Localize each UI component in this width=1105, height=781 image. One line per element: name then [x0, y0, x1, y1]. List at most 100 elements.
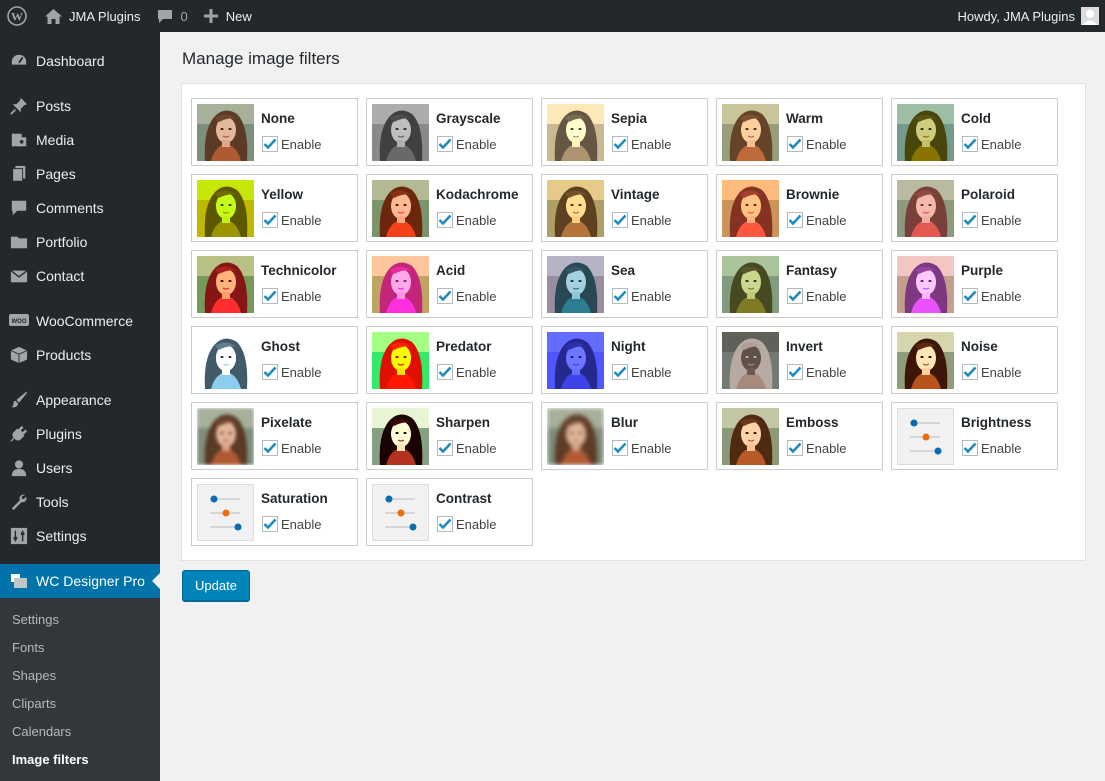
- enable-checkbox[interactable]: [262, 364, 278, 380]
- enable-checkbox[interactable]: [262, 212, 278, 228]
- checkmark-icon: [263, 138, 277, 150]
- sidebar-item-portfolio[interactable]: Portfolio: [0, 225, 160, 259]
- enable-label[interactable]: Enable: [981, 137, 1021, 152]
- sidebar-item-appearance[interactable]: Appearance: [0, 383, 160, 417]
- sidebar-item-woocommerce[interactable]: WOO WooCommerce: [0, 304, 160, 338]
- submenu-item-cliparts[interactable]: Cliparts: [12, 696, 56, 711]
- submenu-item-settings[interactable]: Settings: [12, 612, 59, 627]
- enable-label[interactable]: Enable: [981, 289, 1021, 304]
- sidebar-item-users[interactable]: Users: [0, 451, 160, 485]
- pages-icon: [0, 165, 36, 183]
- filter-preview-image: [897, 256, 954, 313]
- enable-checkbox[interactable]: [962, 364, 978, 380]
- enable-label[interactable]: Enable: [456, 289, 496, 304]
- enable-checkbox[interactable]: [612, 288, 628, 304]
- svg-text:W: W: [11, 10, 23, 24]
- checkmark-icon: [788, 214, 802, 226]
- enable-checkbox[interactable]: [612, 440, 628, 456]
- enable-checkbox[interactable]: [612, 212, 628, 228]
- enable-checkbox[interactable]: [787, 288, 803, 304]
- filter-card-emboss: Emboss Enable: [716, 402, 883, 470]
- enable-label[interactable]: Enable: [631, 137, 671, 152]
- enable-checkbox[interactable]: [262, 440, 278, 456]
- checkmark-icon: [438, 138, 452, 150]
- sidebar-item-tools[interactable]: Tools: [0, 485, 160, 519]
- enable-label[interactable]: Enable: [456, 137, 496, 152]
- comments-link[interactable]: 0: [149, 0, 196, 32]
- update-button[interactable]: Update: [182, 570, 250, 601]
- filter-card-brightness: Brightness Enable: [891, 402, 1058, 470]
- sidebar-item-products[interactable]: Products: [0, 338, 160, 372]
- sidebar-item-wc-designer-pro[interactable]: WC Designer Pro: [0, 564, 160, 598]
- new-content-link[interactable]: New: [196, 0, 260, 32]
- enable-label[interactable]: Enable: [456, 517, 496, 532]
- filter-card-sepia: Sepia Enable: [541, 98, 708, 166]
- enable-label[interactable]: Enable: [806, 441, 846, 456]
- enable-checkbox[interactable]: [262, 288, 278, 304]
- enable-checkbox[interactable]: [787, 440, 803, 456]
- enable-checkbox[interactable]: [437, 288, 453, 304]
- filter-name: Blur: [611, 415, 638, 430]
- enable-label[interactable]: Enable: [456, 213, 496, 228]
- enable-label[interactable]: Enable: [456, 365, 496, 380]
- filter-card-acid: Acid Enable: [366, 250, 533, 318]
- sidebar-item-label: Posts: [36, 98, 72, 114]
- enable-label[interactable]: Enable: [806, 137, 846, 152]
- sidebar-item-label: Contact: [36, 268, 85, 284]
- enable-checkbox[interactable]: [787, 212, 803, 228]
- enable-label[interactable]: Enable: [631, 213, 671, 228]
- sidebar-item-contact[interactable]: Contact: [0, 259, 160, 293]
- enable-label[interactable]: Enable: [631, 441, 671, 456]
- my-account-link[interactable]: Howdy, JMA Plugins: [949, 0, 1105, 32]
- sidebar-item-pages[interactable]: Pages: [0, 157, 160, 191]
- enable-checkbox[interactable]: [612, 364, 628, 380]
- enable-checkbox[interactable]: [787, 364, 803, 380]
- sidebar-item-dashboard[interactable]: Dashboard: [0, 44, 160, 78]
- submenu-item-image-filters[interactable]: Image filters: [12, 752, 89, 767]
- enable-checkbox[interactable]: [612, 136, 628, 152]
- filter-card-brownie: Brownie Enable: [716, 174, 883, 242]
- enable-checkbox[interactable]: [787, 136, 803, 152]
- enable-label[interactable]: Enable: [806, 213, 846, 228]
- enable-label[interactable]: Enable: [281, 289, 321, 304]
- enable-checkbox[interactable]: [437, 440, 453, 456]
- sliders-icon: [0, 527, 36, 545]
- site-name-link[interactable]: JMA Plugins: [35, 0, 149, 32]
- enable-checkbox[interactable]: [262, 136, 278, 152]
- sidebar-item-media[interactable]: Media: [0, 123, 160, 157]
- sidebar-item-label: Comments: [36, 200, 104, 216]
- enable-checkbox[interactable]: [962, 212, 978, 228]
- enable-checkbox[interactable]: [437, 364, 453, 380]
- box-icon: [0, 346, 36, 364]
- enable-label[interactable]: Enable: [981, 365, 1021, 380]
- sidebar-item-plugins[interactable]: Plugins: [0, 417, 160, 451]
- filter-card-saturation: Saturation Enable: [191, 478, 358, 546]
- enable-label[interactable]: Enable: [981, 441, 1021, 456]
- enable-checkbox[interactable]: [437, 136, 453, 152]
- enable-label[interactable]: Enable: [631, 365, 671, 380]
- sidebar-item-settings[interactable]: Settings: [0, 519, 160, 553]
- enable-label[interactable]: Enable: [631, 289, 671, 304]
- submenu-item-fonts[interactable]: Fonts: [12, 640, 45, 655]
- enable-label[interactable]: Enable: [806, 365, 846, 380]
- enable-label[interactable]: Enable: [806, 289, 846, 304]
- enable-label[interactable]: Enable: [981, 213, 1021, 228]
- svg-text:WOO: WOO: [12, 319, 27, 325]
- enable-label[interactable]: Enable: [281, 517, 321, 532]
- enable-label[interactable]: Enable: [456, 441, 496, 456]
- enable-checkbox[interactable]: [437, 212, 453, 228]
- wordpress-logo-icon[interactable]: W: [0, 0, 35, 32]
- enable-checkbox[interactable]: [262, 516, 278, 532]
- submenu-item-calendars[interactable]: Calendars: [12, 724, 71, 739]
- submenu-item-shapes[interactable]: Shapes: [12, 668, 56, 683]
- sidebar-item-posts[interactable]: Posts: [0, 89, 160, 123]
- enable-label[interactable]: Enable: [281, 365, 321, 380]
- enable-checkbox[interactable]: [962, 136, 978, 152]
- enable-label[interactable]: Enable: [281, 137, 321, 152]
- enable-checkbox[interactable]: [437, 516, 453, 532]
- enable-checkbox[interactable]: [962, 440, 978, 456]
- enable-checkbox[interactable]: [962, 288, 978, 304]
- enable-label[interactable]: Enable: [281, 441, 321, 456]
- sidebar-item-comments[interactable]: Comments: [0, 191, 160, 225]
- enable-label[interactable]: Enable: [281, 213, 321, 228]
